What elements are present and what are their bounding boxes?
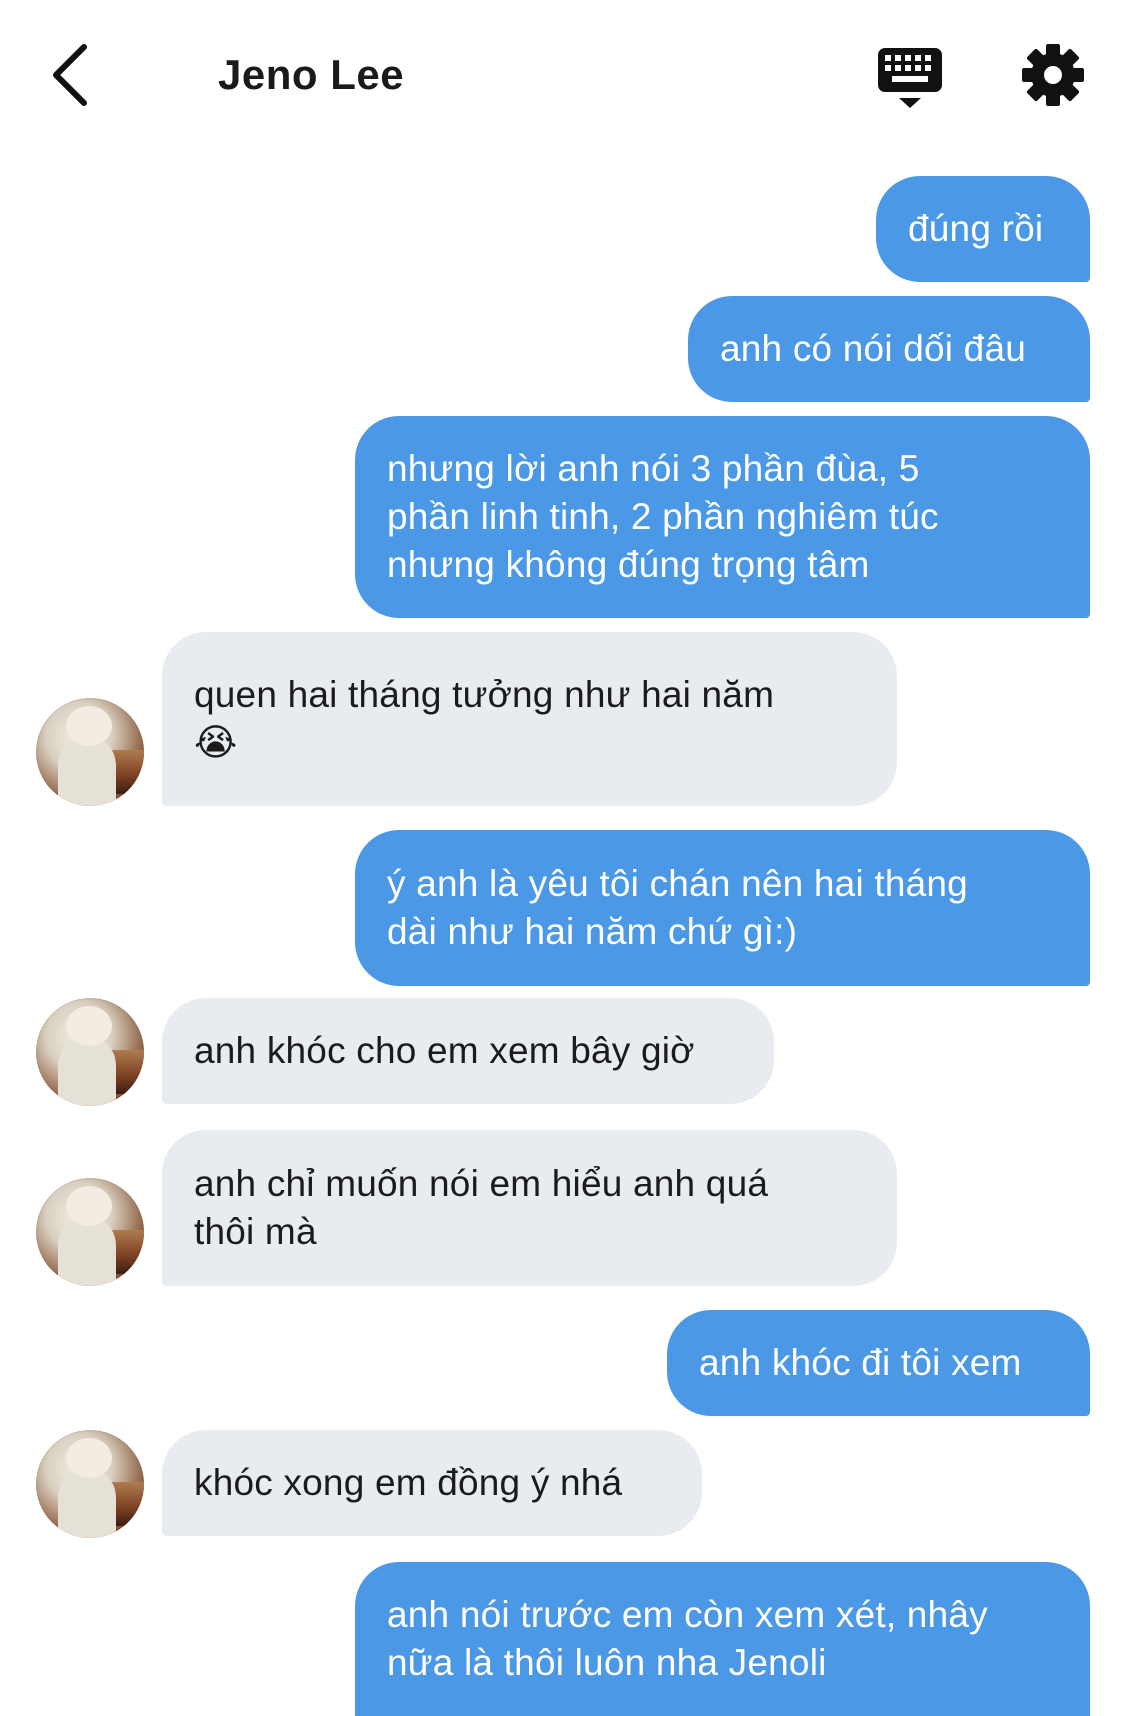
message-text: ý anh là yêu tôi chán nên hai tháng dài …	[387, 860, 968, 956]
message-line: nhưng lời anh nói 3 phần đùa, 5	[387, 448, 920, 489]
message-text: khóc xong em đồng ý nhá	[194, 1462, 623, 1503]
sent-message[interactable]: ý anh là yêu tôi chán nên hai tháng dài …	[355, 830, 1090, 986]
message-line: phần linh tinh, 2 phần nghiêm túc	[387, 496, 939, 537]
gear-icon	[1022, 44, 1084, 106]
message-line: anh nói trước em còn xem xét, nhây	[387, 1594, 988, 1635]
crying-emoji: 😭	[194, 721, 238, 764]
keyboard-icon	[878, 48, 942, 108]
back-button[interactable]	[40, 40, 100, 110]
received-message[interactable]: quen hai tháng tưởng như hai năm 😭	[162, 632, 897, 806]
message-text: đúng rồi	[908, 208, 1044, 249]
message-line: thôi mà	[194, 1211, 317, 1252]
message-line: anh chỉ muốn nói em hiểu anh quá	[194, 1163, 769, 1204]
avatar[interactable]	[36, 1430, 144, 1538]
settings-button[interactable]	[1020, 42, 1086, 108]
message-text: anh có nói dối đâu	[720, 328, 1027, 369]
contact-name[interactable]: Jeno Lee	[218, 42, 404, 108]
received-message[interactable]: anh chỉ muốn nói em hiểu anh quá thôi mà	[162, 1130, 897, 1286]
sent-message[interactable]: nhưng lời anh nói 3 phần đùa, 5 phần lin…	[355, 416, 1090, 618]
message-text: anh khóc đi tôi xem	[699, 1342, 1022, 1383]
message-text: anh chỉ muốn nói em hiểu anh quá thôi mà	[194, 1160, 768, 1256]
avatar[interactable]	[36, 698, 144, 806]
chat-header: Jeno Lee	[0, 0, 1125, 150]
received-message[interactable]: khóc xong em đồng ý nhá	[162, 1430, 702, 1536]
message-line: ý anh là yêu tôi chán nên hai tháng	[387, 863, 968, 904]
sent-message[interactable]: anh nói trước em còn xem xét, nhây nữa l…	[355, 1562, 1090, 1716]
avatar[interactable]	[36, 1178, 144, 1286]
chevron-left-icon	[53, 44, 87, 106]
message-text: quen hai tháng tưởng như hai năm 😭	[194, 671, 774, 767]
sent-message[interactable]: đúng rồi	[876, 176, 1090, 282]
received-message[interactable]: anh khóc cho em xem bây giờ	[162, 998, 774, 1104]
message-line: nhưng không đúng trọng tâm	[387, 544, 870, 585]
message-line: nữa là thôi luôn nha Jenoli	[387, 1642, 827, 1683]
message-text: anh khóc cho em xem bây giờ	[194, 1030, 695, 1071]
message-line: quen hai tháng tưởng như hai năm	[194, 674, 775, 715]
sent-message[interactable]: anh khóc đi tôi xem	[667, 1310, 1090, 1416]
message-line: dài như hai năm chứ gì:)	[387, 911, 798, 952]
keyboard-button[interactable]	[872, 44, 948, 110]
sent-message[interactable]: anh có nói dối đâu	[688, 296, 1090, 402]
avatar[interactable]	[36, 998, 144, 1106]
message-text: anh nói trước em còn xem xét, nhây nữa l…	[387, 1591, 988, 1687]
message-text: nhưng lời anh nói 3 phần đùa, 5 phần lin…	[387, 445, 939, 589]
